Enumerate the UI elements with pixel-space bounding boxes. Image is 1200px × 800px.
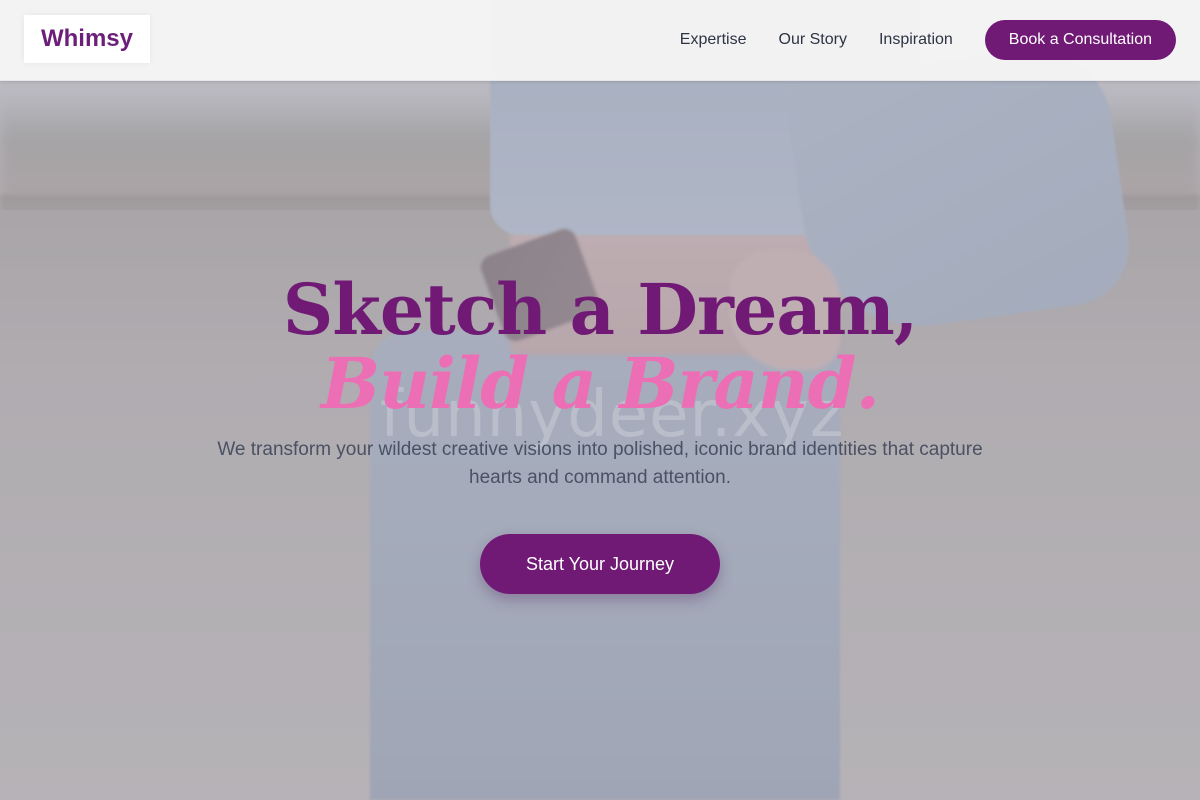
start-journey-button[interactable]: Start Your Journey xyxy=(480,534,720,594)
nav-link-expertise[interactable]: Expertise xyxy=(680,31,747,49)
hero-headline-line2: Build a Brand. xyxy=(321,342,880,425)
main-nav: Expertise Our Story Inspiration Book a C… xyxy=(680,20,1176,60)
brand-logo[interactable]: Whimsy xyxy=(24,15,150,63)
nav-link-our-story[interactable]: Our Story xyxy=(779,31,847,49)
nav-link-inspiration[interactable]: Inspiration xyxy=(879,31,953,49)
hero-section: Sketch a Dream, Build a Brand. We transf… xyxy=(0,270,1200,594)
hero-headline-line1: Sketch a Dream, xyxy=(282,268,918,351)
book-consultation-button[interactable]: Book a Consultation xyxy=(984,20,1176,60)
site-header: Whimsy Expertise Our Story Inspiration B… xyxy=(0,0,1200,81)
hero-subtext: We transform your wildest creative visio… xyxy=(217,439,983,488)
